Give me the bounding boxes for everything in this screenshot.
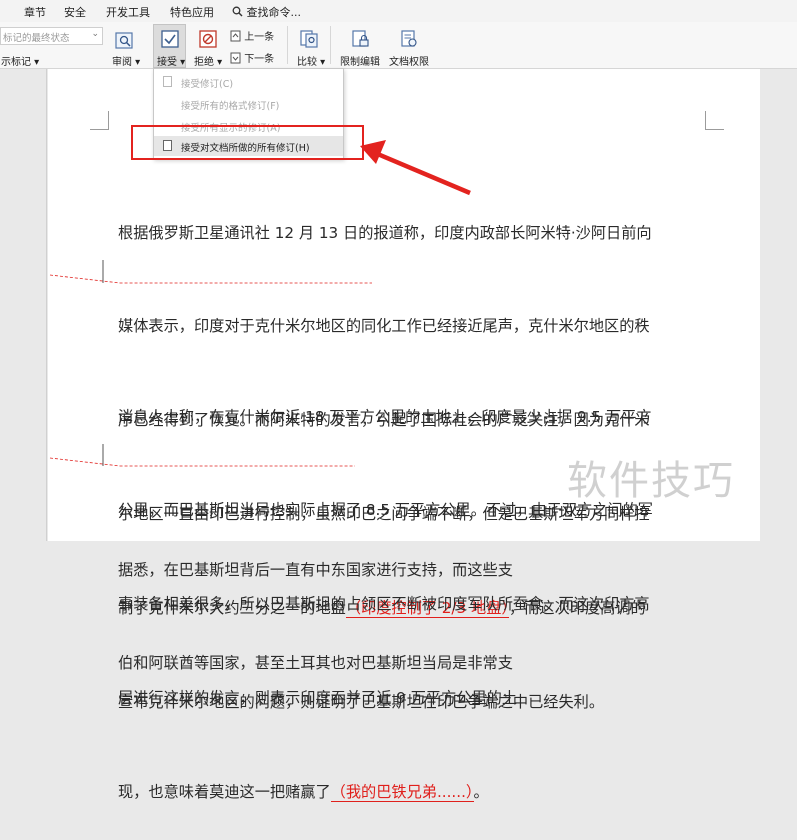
inserted-revision[interactable]: （我的巴铁兄弟......） [330,783,474,803]
watermark-text: 软件技巧 [567,458,735,504]
text-run: 。 [473,783,489,802]
text-line: 据悉，在巴基斯坦背后一直有中东国家进行支持，而这些支 [118,560,513,579]
text-line: 伯和阿联酋等国家，甚至土耳其也对巴基斯坦当局是非常支 [118,654,513,673]
text-run: 现，也意味着莫迪这一把赌赢了 [118,783,331,802]
text-line: 现，也意味着莫迪这一把赌赢了（我的巴铁兄弟......）。 [118,777,653,808]
